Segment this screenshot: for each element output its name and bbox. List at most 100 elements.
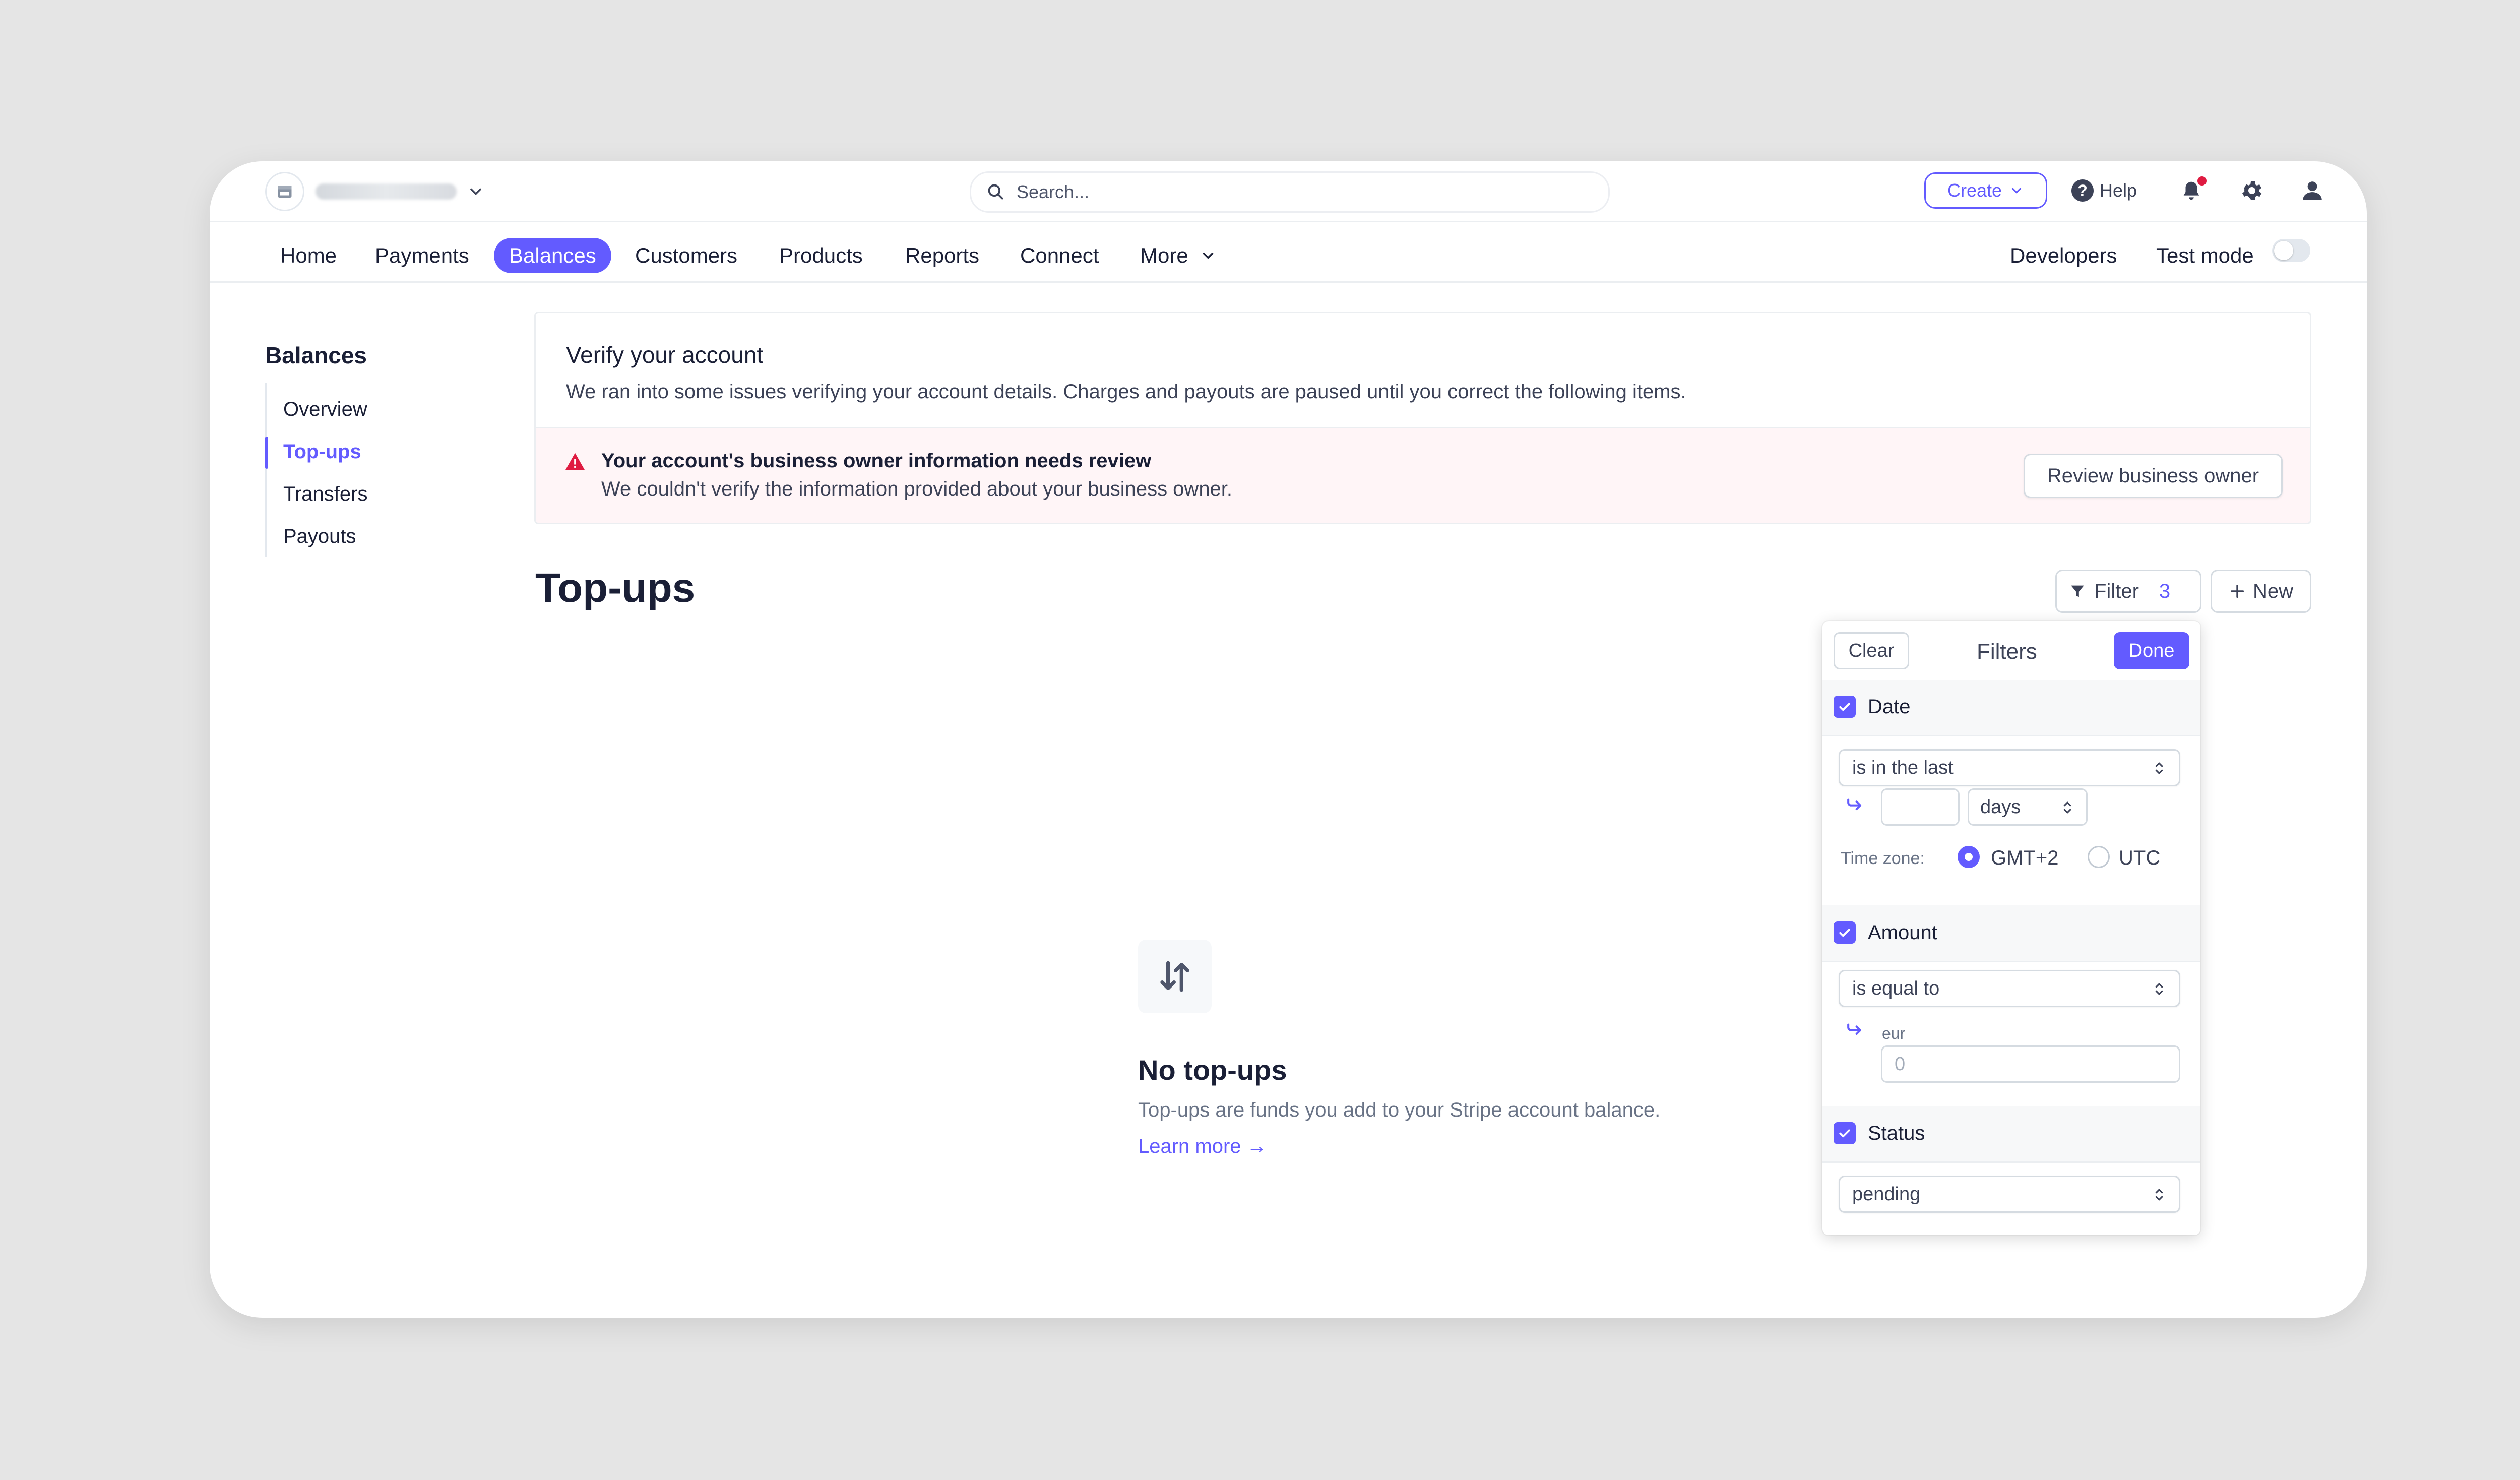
chevron-down-icon xyxy=(470,188,481,195)
clear-filters-button[interactable]: Clear xyxy=(1834,632,1909,669)
status-label: Status xyxy=(1868,1122,1925,1144)
sidebar-item-payouts[interactable]: Payouts xyxy=(283,525,356,548)
filter-label: Filter xyxy=(2094,580,2139,602)
filter-icon xyxy=(2071,585,2084,597)
timezone-utc-radio[interactable] xyxy=(2088,846,2110,868)
date-unit-value: days xyxy=(1980,796,2021,818)
filters-title: Filters xyxy=(1977,639,2037,664)
transfer-arrows-icon xyxy=(1138,940,1212,1013)
user-icon xyxy=(2303,181,2322,200)
verify-title: Verify your account xyxy=(566,342,764,368)
nav-developers[interactable]: Developers xyxy=(2010,238,2117,273)
nav-more[interactable]: More xyxy=(1140,238,1217,273)
timezone-gmt2-label: GMT+2 xyxy=(1991,847,2059,869)
filter-count-badge: 3 xyxy=(2159,580,2171,602)
timezone-gmt2-radio[interactable] xyxy=(1958,846,1980,868)
status-value: pending xyxy=(1852,1183,1921,1205)
search-icon xyxy=(988,184,1003,200)
sidebar-title: Balances xyxy=(265,342,367,368)
plus-icon xyxy=(2230,584,2244,598)
learn-more-link[interactable]: Learn more → xyxy=(1138,1135,1267,1158)
app-window: Search... Create ? Help Home Payments Ba… xyxy=(210,161,2367,1318)
toggle-knob xyxy=(2274,241,2293,260)
help-icon: ? xyxy=(2071,179,2094,202)
verify-account-card: Verify your account We ran into some iss… xyxy=(534,312,2311,524)
notification-dot xyxy=(2197,176,2207,186)
amount-currency-label: eur xyxy=(1882,1024,1906,1042)
new-top-up-button[interactable]: New xyxy=(2211,570,2311,613)
nav-customers[interactable]: Customers xyxy=(635,238,737,273)
nav-products[interactable]: Products xyxy=(779,238,863,273)
sidebar-rail xyxy=(265,383,267,557)
sub-arrow-icon xyxy=(1847,798,1862,811)
nav-home[interactable]: Home xyxy=(280,238,337,273)
alert-title: Your account's business owner informatio… xyxy=(601,450,1152,472)
amount-operator-select[interactable]: is equal to xyxy=(1839,970,2180,1007)
status-select[interactable]: pending xyxy=(1839,1176,2180,1213)
test-mode-toggle[interactable] xyxy=(2272,239,2310,262)
date-operator-select[interactable]: is in the last xyxy=(1839,749,2180,786)
nav-payments[interactable]: Payments xyxy=(375,238,469,273)
store-icon xyxy=(265,172,304,211)
empty-state-title: No top-ups xyxy=(1138,1054,1287,1086)
business-owner-alert: Your account's business owner informatio… xyxy=(536,427,2310,523)
help-label: Help xyxy=(2100,180,2137,201)
search-input[interactable]: Search... xyxy=(1017,181,1089,203)
status-checkbox[interactable] xyxy=(1834,1122,1856,1144)
filter-button[interactable]: Filter 3 xyxy=(2055,570,2201,613)
search-bar[interactable]: Search... xyxy=(970,171,1610,213)
select-arrows-icon xyxy=(2155,983,2163,995)
verify-description: We ran into some issues verifying your a… xyxy=(566,381,1686,403)
amount-checkbox[interactable] xyxy=(1834,921,1856,944)
timezone-utc-label: UTC xyxy=(2119,847,2161,869)
filters-header: Clear Filters Done xyxy=(1822,621,2200,681)
amount-input[interactable]: 0 xyxy=(1881,1045,2180,1083)
sidebar-item-overview[interactable]: Overview xyxy=(283,398,367,421)
nav-balances[interactable]: Balances xyxy=(494,238,611,273)
sidebar-item-transfers[interactable]: Transfers xyxy=(283,483,367,506)
check-icon xyxy=(1839,1129,1850,1138)
check-icon xyxy=(1839,703,1850,711)
settings-button[interactable] xyxy=(2236,174,2268,207)
main-nav: Home Payments Balances Customers Product… xyxy=(210,222,2367,283)
done-button[interactable]: Done xyxy=(2114,632,2189,669)
account-name-blurred xyxy=(316,183,457,200)
date-checkbox[interactable] xyxy=(1834,696,1856,718)
check-icon xyxy=(1839,929,1850,937)
amount-filter-section: Amount xyxy=(1822,905,2200,962)
chevron-down-icon xyxy=(1203,253,1213,259)
amount-label: Amount xyxy=(1868,921,1937,944)
create-label: Create xyxy=(1947,180,2002,201)
alert-description: We couldn't verify the information provi… xyxy=(601,478,1233,500)
date-operator-value: is in the last xyxy=(1852,757,1954,778)
date-value-input[interactable] xyxy=(1881,788,1960,826)
sidebar-item-top-ups[interactable]: Top-ups xyxy=(283,441,361,463)
page-title: Top-ups xyxy=(535,565,696,611)
amount-operator-value: is equal to xyxy=(1852,977,1940,999)
nav-more-label: More xyxy=(1140,243,1188,267)
gear-icon xyxy=(2242,181,2262,200)
nav-reports[interactable]: Reports xyxy=(905,238,979,273)
create-button[interactable]: Create xyxy=(1924,172,2047,209)
filters-panel: Clear Filters Done Date is in the last d… xyxy=(1822,621,2200,1235)
top-bar: Search... Create ? Help xyxy=(210,161,2367,222)
select-arrows-icon xyxy=(2155,762,2163,774)
account-menu-button[interactable] xyxy=(2296,174,2328,207)
help-button[interactable]: ? Help xyxy=(2071,175,2137,206)
account-switcher[interactable] xyxy=(265,172,485,211)
sub-arrow-icon xyxy=(1847,1023,1862,1035)
select-arrows-icon xyxy=(2155,1189,2163,1201)
notifications-button[interactable] xyxy=(2175,174,2208,207)
date-filter-section: Date xyxy=(1822,680,2200,736)
status-filter-section: Status xyxy=(1822,1106,2200,1163)
nav-connect[interactable]: Connect xyxy=(1020,238,1099,273)
review-business-owner-button[interactable]: Review business owner xyxy=(2024,454,2283,498)
empty-state-description: Top-ups are funds you add to your Stripe… xyxy=(1138,1099,1661,1121)
select-arrows-icon xyxy=(2063,801,2071,814)
sidebar-active-indicator xyxy=(265,437,268,469)
warning-icon xyxy=(565,453,585,470)
timezone-label: Time zone: xyxy=(1841,849,1925,868)
date-label: Date xyxy=(1868,696,1911,718)
chevron-down-icon xyxy=(2011,188,2022,194)
date-unit-select[interactable]: days xyxy=(1968,788,2088,826)
